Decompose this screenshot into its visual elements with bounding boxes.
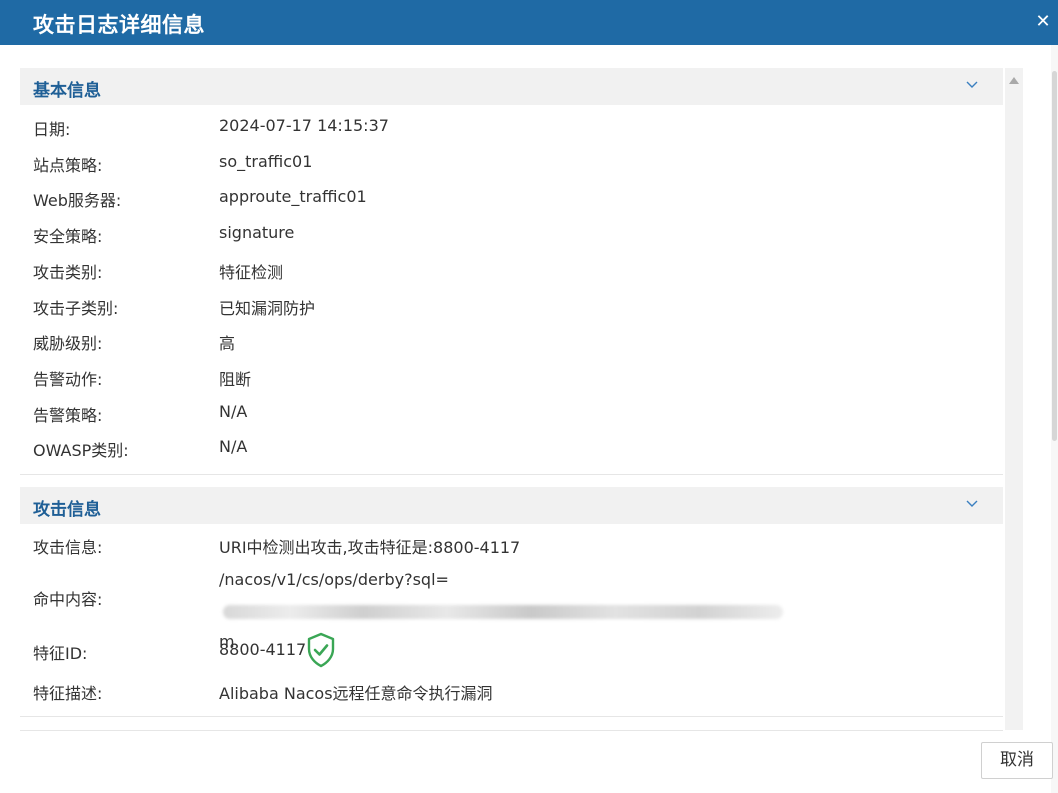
row-value: signature — [219, 223, 295, 242]
row-label: Web服务器: — [33, 191, 122, 210]
dialog-titlebar: 攻击日志详细信息 ✕ — [0, 0, 1058, 45]
row-label: 告警策略: — [33, 406, 103, 425]
info-row-threat-level: 威胁级别: 高 — [20, 322, 1003, 358]
section-header-basic[interactable]: 基本信息 — [20, 68, 1003, 105]
row-label: 日期: — [33, 120, 71, 139]
page-scrollbar[interactable] — [1051, 45, 1058, 793]
info-row-alert-policy: 告警策略: N/A — [20, 394, 1003, 430]
row-label: 命中内容: — [33, 590, 103, 609]
row-label: 威胁级别: — [33, 334, 103, 353]
row-label: 特征描述: — [33, 684, 103, 703]
row-label: 告警动作: — [33, 370, 103, 389]
dialog-title: 攻击日志详细信息 — [33, 13, 205, 37]
chevron-down-icon[interactable] — [965, 497, 979, 511]
row-value: 阻断 — [219, 370, 252, 389]
section-divider — [20, 474, 1003, 475]
content-scrollbar[interactable] — [1005, 68, 1023, 730]
info-row-owasp-category: OWASP类别: N/A — [20, 429, 1003, 465]
row-label: 安全策略: — [33, 227, 103, 246]
section-title-basic: 基本信息 — [33, 81, 101, 101]
row-value: Alibaba Nacos远程任意命令执行漏洞 — [219, 684, 493, 703]
row-label: 攻击信息: — [33, 538, 103, 557]
scrollbar-thumb[interactable] — [1052, 71, 1057, 441]
info-row-attack-category: 攻击类别: 特征检测 — [20, 251, 1003, 287]
row-value: 2024-07-17 14:15:37 — [219, 116, 389, 135]
hit-content-prefix: /nacos/v1/cs/ops/derby?sql= — [219, 570, 449, 589]
info-row-security-policy: 安全策略: signature — [20, 215, 1003, 251]
shield-check-icon — [307, 632, 335, 668]
dialog-content[interactable]: 基本信息 日期: 2024-07-17 14:15:37 站点策略: so_tr… — [20, 68, 1003, 730]
row-label: 站点策略: — [33, 156, 103, 175]
row-value: 特征检测 — [219, 263, 284, 282]
section-divider — [20, 716, 1003, 717]
row-label: 攻击子类别: — [33, 299, 119, 318]
row-value: approute_traffic01 — [219, 187, 367, 206]
info-row-date: 日期: 2024-07-17 14:15:37 — [20, 108, 1003, 144]
row-label: OWASP类别: — [33, 441, 129, 460]
info-row-web-server: Web服务器: approute_traffic01 — [20, 179, 1003, 215]
row-label: 攻击类别: — [33, 263, 103, 282]
footer-divider — [20, 730, 1003, 731]
row-value: N/A — [219, 437, 248, 456]
scroll-up-arrow-icon[interactable] — [1009, 77, 1019, 84]
row-label: 特征ID: — [33, 644, 88, 663]
info-row-site-policy: 站点策略: so_traffic01 — [20, 144, 1003, 180]
redacted-content — [223, 604, 783, 619]
close-icon[interactable]: ✕ — [1032, 10, 1054, 34]
row-value: 已知漏洞防护 — [219, 299, 316, 318]
row-value: URI中检测出攻击,攻击特征是:8800-4117 — [219, 538, 521, 557]
chevron-down-icon[interactable] — [965, 78, 979, 92]
info-row-signature-id: 特征ID: 8800-4117 — [20, 632, 1003, 668]
info-row-hit-content: 命中内容: /nacos/v1/cs/ops/derby?sql= m — [20, 564, 1003, 651]
cancel-button[interactable]: 取消 — [981, 742, 1053, 779]
info-row-signature-desc: 特征描述: Alibaba Nacos远程任意命令执行漏洞 — [20, 672, 1003, 708]
row-value: 8800-4117 — [219, 640, 307, 659]
section-title-attack: 攻击信息 — [33, 500, 101, 520]
row-value: 高 — [219, 334, 236, 353]
row-value: N/A — [219, 402, 248, 421]
info-row-alert-action: 告警动作: 阻断 — [20, 358, 1003, 394]
section-header-attack[interactable]: 攻击信息 — [20, 487, 1003, 524]
info-row-attack-info: 攻击信息: URI中检测出攻击,攻击特征是:8800-4117 — [20, 526, 1003, 562]
row-value: so_traffic01 — [219, 152, 313, 171]
info-row-attack-subcategory: 攻击子类别: 已知漏洞防护 — [20, 287, 1003, 323]
